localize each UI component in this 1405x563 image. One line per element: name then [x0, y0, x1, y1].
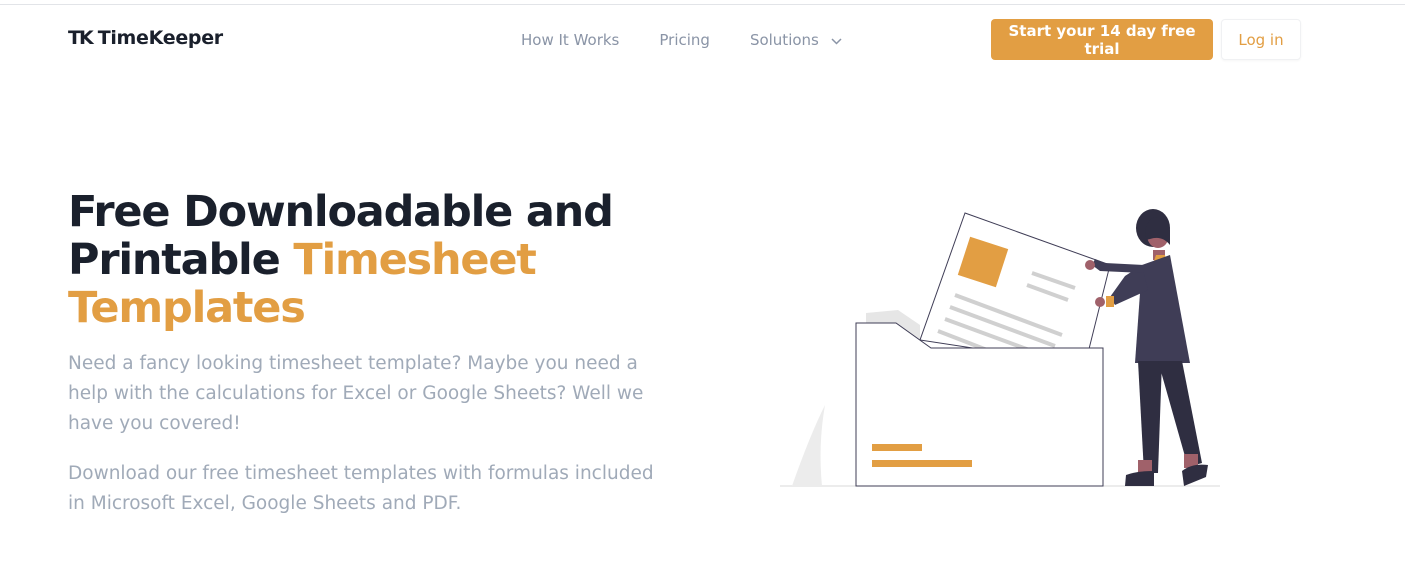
main-nav: How It Works Pricing Solutions: [521, 31, 842, 49]
hero-paragraph-1: Need a fancy looking timesheet template?…: [68, 353, 644, 434]
nav-solutions[interactable]: Solutions: [750, 31, 842, 49]
nav-pricing[interactable]: Pricing: [659, 31, 710, 49]
login-button[interactable]: Log in: [1221, 19, 1301, 60]
brand-mark: TK: [68, 27, 94, 49]
brand-logo[interactable]: TK TimeKeeper: [68, 27, 223, 49]
hero-illustration: [780, 209, 1220, 487]
hero-paragraph-2: Download our free timesheet templates wi…: [68, 463, 654, 514]
paper-sheet: [919, 212, 1111, 366]
bg-shape: [792, 405, 825, 486]
nav-how-it-works[interactable]: How It Works: [521, 31, 619, 49]
chevron-down-icon: [831, 31, 842, 49]
brand-name: TimeKeeper: [97, 27, 223, 49]
nav-solutions-label: Solutions: [749, 31, 819, 49]
hero-title: Free Downloadable and Printable Timeshee…: [68, 188, 668, 332]
site-header: TK TimeKeeper How It Works Pricing Solut…: [0, 0, 1405, 80]
start-trial-button[interactable]: Start your 14 day free trial: [991, 19, 1213, 60]
